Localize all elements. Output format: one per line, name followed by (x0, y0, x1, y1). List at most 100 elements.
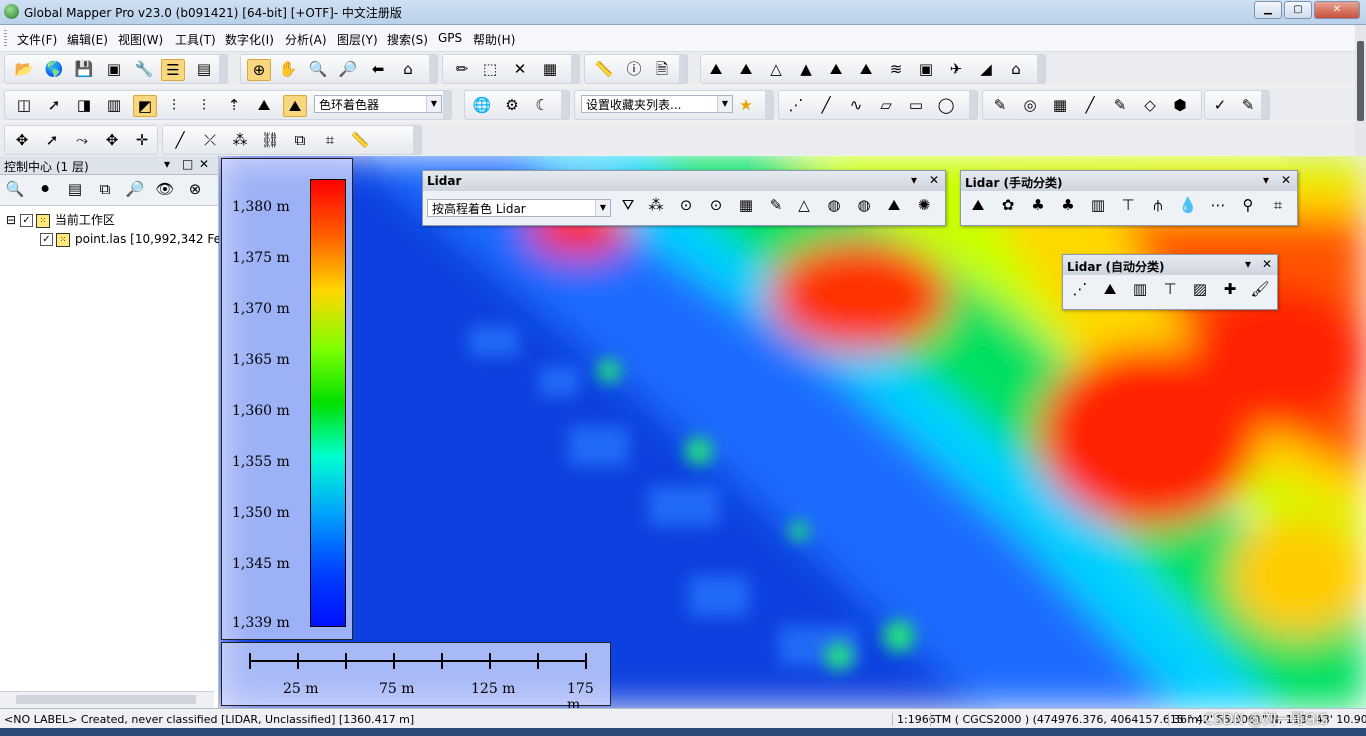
swipe-icon[interactable]: ◨ (73, 95, 95, 115)
chevron-down-icon[interactable]: ▼ (595, 200, 610, 216)
dropdown-arrow-icon[interactable]: ▾ (1245, 257, 1251, 271)
layer-zoom-icon[interactable]: 🔍 (4, 179, 26, 199)
lighting-icon[interactable]: ⛰ (253, 95, 275, 115)
pan-hand-icon[interactable]: ✋ (277, 59, 299, 79)
pointer-icon[interactable]: ➚ (43, 95, 65, 115)
workspace-icon[interactable]: ▣ (103, 59, 125, 79)
select-area-icon[interactable]: ▦ (539, 59, 561, 79)
raster-calc-icon[interactable]: ▣ (915, 59, 937, 79)
medium-veg-icon[interactable]: ♣ (1027, 195, 1049, 215)
toolbar-overflow[interactable] (429, 55, 437, 83)
favorites-select[interactable]: 设置收藏夹列表... ▼ (581, 95, 733, 113)
shader-select[interactable]: 色环着色器 ▼ (314, 95, 442, 113)
range-ring-icon[interactable]: ◇ (1139, 95, 1161, 115)
create-rect-icon[interactable]: ▭ (905, 95, 927, 115)
join-line-icon[interactable]: ⤫ (199, 130, 221, 150)
toolbar-overflow[interactable] (571, 55, 579, 83)
tree-expander-icon[interactable]: ⊟ (6, 213, 16, 227)
feature-info-icon[interactable]: 🗎 (651, 59, 673, 79)
tower-icon[interactable]: ⫛ (1147, 195, 1169, 215)
auto-brush-icon[interactable]: 🖌 (1249, 279, 1271, 299)
smooth-icon[interactable]: ⁂ (229, 130, 251, 150)
lidar-query-icon[interactable]: ⊙ (705, 195, 727, 215)
terrain-icon[interactable]: ⛰ (705, 59, 727, 79)
delete-x-icon[interactable]: ✕ (509, 59, 531, 79)
close-icon[interactable]: ✕ (929, 173, 939, 187)
menubar-grip[interactable] (4, 30, 7, 46)
tree-layer-row[interactable]: ✓ ⁙ point.las [10,992,342 Fe (40, 232, 221, 247)
water-icon[interactable]: 💧 (1177, 195, 1199, 215)
close-icon[interactable]: ✕ (1281, 173, 1291, 187)
panel-horizontal-scrollbar[interactable] (0, 691, 214, 708)
elevation-legend-icon[interactable]: ⫶ (163, 95, 185, 115)
wrench-icon[interactable]: 🔧 (133, 59, 155, 79)
snap-icon[interactable]: ✓ (1209, 95, 1231, 115)
hillshade-icon[interactable]: ◩ (133, 95, 157, 117)
pole-icon[interactable]: ⊤ (1117, 195, 1139, 215)
node-edit-icon[interactable]: ⤳ (71, 130, 93, 150)
toolbar-overflow[interactable] (1037, 55, 1045, 83)
create-area-icon[interactable]: ▱ (875, 95, 897, 115)
tree-root-row[interactable]: ⊟ ✓ ⁙ 当前工作区 (6, 211, 115, 228)
lidar-density-icon[interactable]: ◍ (853, 195, 875, 215)
menu-edit[interactable]: 编辑(E) (67, 31, 108, 48)
edit-vertex-icon[interactable]: ✎ (1109, 95, 1131, 115)
auto-building-icon[interactable]: ▥ (1129, 279, 1151, 299)
panel-close-icon[interactable]: ✕ (199, 157, 209, 171)
slope-icon[interactable]: ◢ (975, 59, 997, 79)
auto-veg-icon[interactable]: ▨ (1189, 279, 1211, 299)
menu-help[interactable]: 帮助(H) (473, 31, 515, 48)
lidar-points-icon[interactable]: ⁂ (645, 195, 667, 215)
noise-icon[interactable]: ⋯ (1207, 195, 1229, 215)
lidar-select-icon[interactable]: ⊙ (675, 195, 697, 215)
lidar-auto-header[interactable]: Lidar (自动分类) ▾ ✕ (1063, 255, 1277, 275)
save-icon[interactable]: 💾 (73, 59, 95, 79)
toolbar-overflow[interactable] (443, 91, 451, 119)
lidar-edit-icon[interactable]: ✎ (765, 195, 787, 215)
layers-icon[interactable]: ☰ (161, 59, 185, 81)
edit-line-icon[interactable]: ╱ (1079, 95, 1101, 115)
chevron-down-icon[interactable]: ▼ (426, 96, 441, 112)
ruler-icon[interactable]: 📏 (349, 130, 371, 150)
crop-icon[interactable]: ⌗ (319, 130, 341, 150)
menu-layer[interactable]: 图层(Y) (337, 31, 378, 48)
pin-icon[interactable]: □ (182, 157, 193, 171)
root-checkbox[interactable]: ✓ (19, 214, 33, 227)
volume-icon[interactable]: ▲ (795, 59, 817, 79)
watershed-icon[interactable]: ⛰ (855, 59, 877, 79)
flight-icon[interactable]: ✈ (945, 59, 967, 79)
layer-search-icon[interactable]: 🔎 (124, 179, 146, 199)
layer-list-icon[interactable]: ▤ (64, 179, 86, 199)
zoom-out-icon[interactable]: 🔎 (337, 59, 359, 79)
contour-icon[interactable]: ⛰ (735, 59, 757, 79)
network-icon[interactable]: ⛓ (259, 130, 281, 150)
low-veg-icon[interactable]: ✿ (997, 195, 1019, 215)
split-view-icon[interactable]: ◫ (13, 95, 35, 115)
high-veg-icon[interactable]: ♣ (1057, 195, 1079, 215)
move-icon[interactable]: ✥ (11, 130, 33, 150)
lidar-manual-header[interactable]: Lidar (手动分类) ▾ ✕ (961, 171, 1297, 191)
toolbar-scrollbar[interactable] (1355, 25, 1366, 156)
toolbar-overflow[interactable] (765, 91, 773, 119)
menu-analysis[interactable]: 分析(A) (285, 31, 327, 48)
move-vertex-icon[interactable]: ✥ (101, 130, 123, 150)
open-folder-icon[interactable]: 📂 (13, 59, 35, 79)
lidar-thin-icon[interactable]: ◍ (823, 195, 845, 215)
lidar-filter-icon[interactable]: ⛛ (617, 195, 639, 215)
lidar-profile-icon[interactable]: ⛰ (883, 195, 905, 215)
cut-fill-icon[interactable]: ⛰ (825, 59, 847, 79)
vertical-exag-icon[interactable]: ⇡ (223, 95, 245, 115)
profile-icon[interactable]: ≋ (885, 59, 907, 79)
snap-edit-icon[interactable]: ✎ (1237, 95, 1259, 115)
lidar-bug-icon[interactable]: ✺ (913, 195, 935, 215)
lidar-toolbar-header[interactable]: Lidar ▾ ✕ (423, 171, 945, 191)
create-curve-icon[interactable]: ∿ (845, 95, 867, 115)
shader-icon[interactable]: ⛰ (283, 95, 307, 117)
toolbar-overflow[interactable] (1261, 91, 1269, 119)
auto-ground-icon[interactable]: ⛰ (1099, 279, 1121, 299)
chevron-down-icon[interactable]: ▼ (717, 96, 732, 112)
wire-icon[interactable]: ⚲ (1237, 195, 1259, 215)
menu-digitize[interactable]: 数字化(I) (225, 31, 274, 48)
add-vertex-icon[interactable]: ✛ (131, 130, 153, 150)
select-rect-icon[interactable]: ⬚ (479, 59, 501, 79)
